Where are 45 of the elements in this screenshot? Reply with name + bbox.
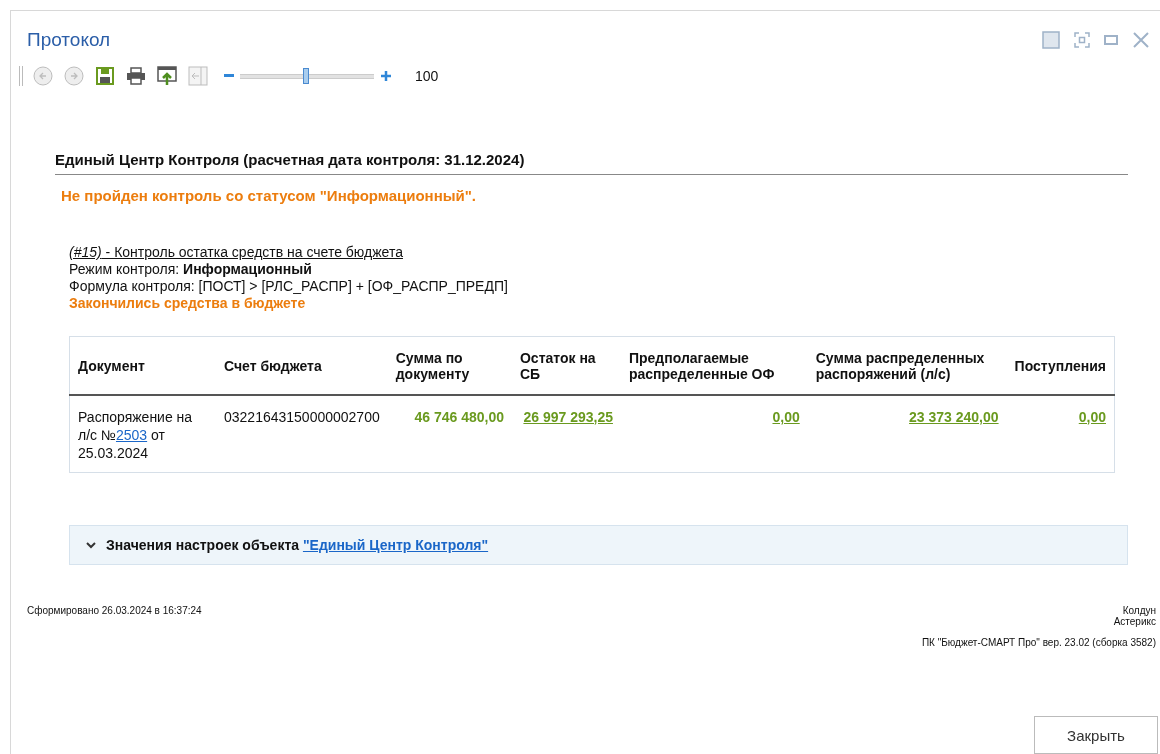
user-name: Колдун xyxy=(1122,604,1156,616)
control-mode: Режим контроля: Информационный xyxy=(69,261,312,278)
column-header: Сумма распределенных распоряжений (л/с) xyxy=(807,336,1007,395)
panel-icon xyxy=(188,66,208,86)
column-header: Поступления xyxy=(1006,336,1115,395)
slider-thumb[interactable] xyxy=(302,68,309,84)
fit-screen-icon[interactable] xyxy=(1074,32,1090,48)
column-header: Сумма по документу xyxy=(387,336,512,395)
window-title: Протокол xyxy=(27,29,112,51)
amount-link[interactable]: 23 373 240,00 xyxy=(807,394,1007,472)
zoom-out-icon[interactable] xyxy=(224,74,234,78)
control-formula: Формула контроля: [ПОСТ] > [РЛС_РАСПР] + [ОФ_РАСПР_ПРЕДП] xyxy=(69,278,508,295)
save-icon xyxy=(96,67,114,85)
settings-section[interactable]: Значения настроек объекта "Единый Центр Контроля" xyxy=(69,524,1128,565)
amount-link[interactable]: 0,00 xyxy=(620,394,808,472)
document-link[interactable]: 2503 xyxy=(115,426,148,443)
account-cell: 03221643150000002700 xyxy=(216,394,388,472)
column-header: Остаток на СБ xyxy=(511,336,621,395)
generated-time: Сформировано 26.03.2024 в 16:37:24 xyxy=(27,604,202,616)
warning-message: Закончились средства в бюджете xyxy=(69,295,306,312)
export-icon xyxy=(157,66,177,86)
settings-title: Значения настроек объекта "Единый Центр Контроля" xyxy=(106,536,489,553)
amount-link[interactable]: 0,00 xyxy=(1006,394,1115,472)
zoom-value: 100 xyxy=(415,68,439,84)
toolbar-button[interactable] xyxy=(156,65,178,87)
toolbar-button[interactable] xyxy=(94,65,116,87)
maximize-icon[interactable] xyxy=(1104,34,1118,46)
close-icon[interactable] xyxy=(1132,31,1150,49)
amount-cell: 46 746 480,00 xyxy=(387,394,512,472)
toolbar-button[interactable] xyxy=(125,65,147,87)
close-button[interactable]: Закрыть xyxy=(1034,716,1158,754)
version-info: ПК "Бюджет-СМАРТ Про" вер. 23.02 (сборка 3582) xyxy=(921,636,1156,648)
report-heading: Единый Центр Контроля (расчетная дата контроля: 31.12.2024) xyxy=(55,151,1128,175)
printer-icon xyxy=(126,67,146,85)
status-message: Не пройден контроль со статусом "Информационный". xyxy=(61,187,478,204)
zoom-in-icon[interactable] xyxy=(380,70,392,82)
document-cell: Распоряжение на л/с №2503 от 25.03.2024 xyxy=(69,394,216,472)
control-name: (#15) - Контроль остатка средств на счете бюджета xyxy=(69,244,403,261)
amount-link[interactable]: 26 997 293,25 xyxy=(511,394,621,472)
column-header: Счет бюджета xyxy=(216,336,388,395)
settings-link[interactable]: "Единый Центр Контроля" xyxy=(302,536,489,553)
layout-icon[interactable] xyxy=(1042,31,1060,49)
organization-name: Астерикс xyxy=(1113,615,1156,627)
column-header: Документ xyxy=(69,336,216,395)
column-header: Предполагаемые распределенные ОФ xyxy=(620,336,808,395)
